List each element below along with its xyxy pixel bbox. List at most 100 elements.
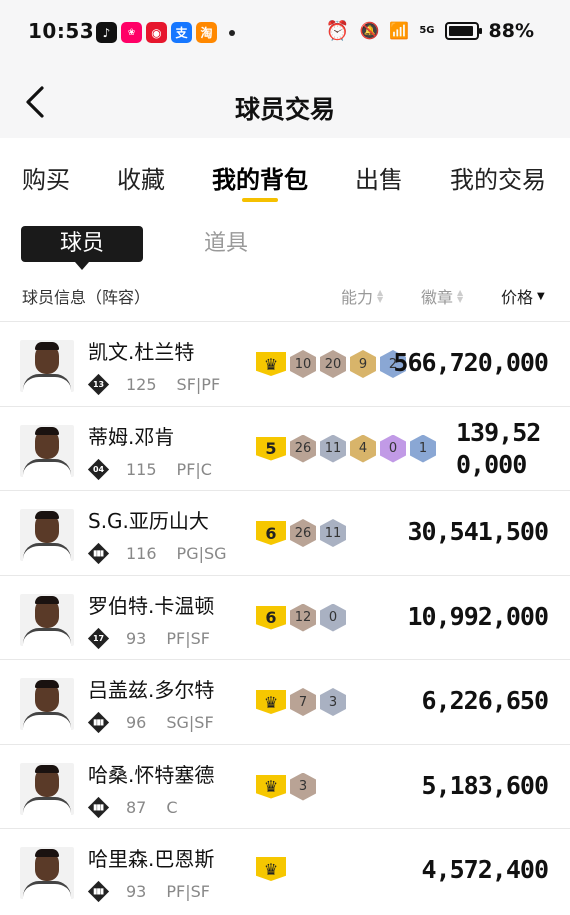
mute-icon: 🔕 [359,21,380,40]
badge-group: 6 12 0 [256,603,346,632]
player-meta: ▮▮▮ 93 PF|SF [87,880,210,903]
player-name: 罗伯特.卡温顿 [88,593,215,618]
player-avatar [20,509,74,561]
player-avatar [20,593,74,646]
player-rating: 125 [126,375,157,394]
main-tabs: 购买 收藏 我的背包 出售 我的交易 [0,138,570,212]
tab-buy[interactable]: 购买 [22,138,70,212]
player-positions: PF|SF [166,882,210,901]
player-name: 哈里森.巴恩斯 [88,847,215,871]
player-positions: SG|SF [166,713,214,732]
player-meta: 04 115 PF|C [87,458,212,480]
jersey-number-icon: 13 [87,373,110,396]
column-headers: 球员信息（阵容） 能力 ▲ ▼ 徽章 ▲ ▼ 价格 ▼ [0,282,570,308]
jersey-number-icon: 17 [87,627,110,649]
player-rating: 115 [126,459,157,479]
player-name: 凯文.杜兰特 [88,340,195,364]
badge-bronze: 7 [290,688,316,716]
jersey-number: 04 [92,464,105,474]
player-rating: 96 [126,713,147,732]
badge-gold: 9 [350,350,376,378]
player-rating: 93 [126,882,147,901]
page-title: 球员交易 [234,95,335,124]
badge-silver: 11 [320,519,346,547]
tiktok-icon: ♪ [96,22,117,43]
crown-icon: ♛ [256,352,286,376]
segment-items[interactable]: 道具 [204,226,248,262]
tab-sell[interactable]: 出售 [355,138,403,212]
player-avatar [20,762,74,815]
tier-level-badge: 5 [256,436,286,461]
player-positions: PG|SG [176,544,227,563]
battery-icon [444,21,482,40]
player-row[interactable]: S.G.亚历山大 ▮▮▮ 116 PG|SG 6 26 11 30,541,500 [0,490,570,575]
player-positions: PF|C [176,459,212,479]
tab-my-backpack[interactable]: 我的背包 [212,138,308,212]
player-name: S.G.亚历山大 [88,509,209,533]
segment-players[interactable]: 球员 [21,226,143,270]
network-label: 5G [419,25,435,36]
player-row[interactable]: 吕盖兹.多尔特 ▮▮▮ 96 SG|SF ♛ 7 3 6,226,650 [0,659,570,744]
player-list: 凯文.杜兰特 13 125 SF|PF ♛ 10 20 9 2 566,720,000 蒂姆.邓肯 0… [0,321,570,913]
bilibili-icon: ❀ [121,22,142,43]
wifi-icon: 📶 [389,21,410,40]
player-meta: ▮▮▮ 87 C [87,796,178,818]
sort-ability-label: 能力 [341,288,374,307]
badge-bronze: 26 [290,519,316,547]
status-bar: 10:53 ♪ ❀ ◉ 支 淘 ⏰ 🔕 📶 5G 88% [0,0,570,66]
player-positions: SF|PF [176,375,221,394]
player-rating: 116 [126,544,157,563]
player-positions: PF|SF [166,628,210,648]
player-avatar [20,340,74,392]
sort-badge[interactable]: 徽章 ▲ ▼ [421,284,463,308]
sort-arrows-icon: ▲ ▼ [457,288,464,304]
sort-price-label: 价格 [501,288,534,307]
player-price: 10,992,000 [407,601,549,631]
badge-silver: 11 [320,434,346,463]
player-row[interactable]: 蒂姆.邓肯 04 115 PF|C 5 26 11 4 0 1 139,520,000 [0,405,570,491]
player-avatar [20,847,74,899]
crown-icon: ♛ [256,690,286,714]
jersey-number: 17 [92,633,105,643]
navigation-bar: 球员交易 [0,66,570,138]
badge-group: ♛ 3 [256,772,316,801]
player-name: 哈桑.怀特塞德 [88,762,215,787]
player-row[interactable]: 罗伯特.卡温顿 17 93 PF|SF 6 12 0 10,992,000 [0,574,570,660]
player-rating: 93 [126,628,147,648]
badge-bronze: 12 [290,603,316,632]
badge-group: ♛ 10 20 9 2 [256,350,406,378]
jersey-number: 13 [92,379,105,389]
signal-bars-icon: ▮▮▮ [87,542,110,565]
player-rating: 87 [126,797,147,817]
signal-bars-icon: ▮▮▮ [87,880,110,903]
more-notifications-icon [229,30,235,36]
status-time: 10:53 [28,19,95,43]
player-name: 吕盖兹.多尔特 [88,678,215,702]
player-meta: ▮▮▮ 96 SG|SF [87,711,214,734]
weibo-icon: ◉ [146,22,167,43]
badge-purple: 0 [380,434,406,463]
player-meta: 13 125 SF|PF [87,373,221,396]
player-row[interactable]: 哈里森.巴恩斯 ▮▮▮ 93 PF|SF ♛ 4,572,400 [0,828,570,913]
player-price: 5,183,600 [421,770,549,800]
player-avatar [20,424,74,477]
tab-my-trades[interactable]: 我的交易 [450,138,546,212]
tab-favorites[interactable]: 收藏 [117,138,165,212]
badge-bronze: 3 [290,772,316,801]
tier-level-badge: 6 [256,521,286,545]
alarm-icon: ⏰ [325,20,350,42]
sort-arrows-icon: ▲ ▼ [377,288,384,304]
notification-icons: ♪ ❀ ◉ 支 淘 [96,22,235,43]
player-row[interactable]: 凯文.杜兰特 13 125 SF|PF ♛ 10 20 9 2 566,720,000 [0,321,570,406]
badge-bronze: 26 [290,434,316,463]
alipay-icon: 支 [171,22,192,43]
taobao-icon: 淘 [196,22,217,43]
sort-ability[interactable]: 能力 ▲ ▼ [341,284,383,308]
player-row[interactable]: 哈桑.怀特塞德 ▮▮▮ 87 C ♛ 3 5,183,600 [0,743,570,829]
badge-bronze: 10 [290,350,316,378]
crown-icon: ♛ [256,774,286,799]
badge-group: 6 26 11 [256,519,346,547]
sort-price[interactable]: 价格 ▼ [501,284,545,308]
player-price: 30,541,500 [407,517,549,546]
jersey-number-icon: 04 [87,458,110,480]
